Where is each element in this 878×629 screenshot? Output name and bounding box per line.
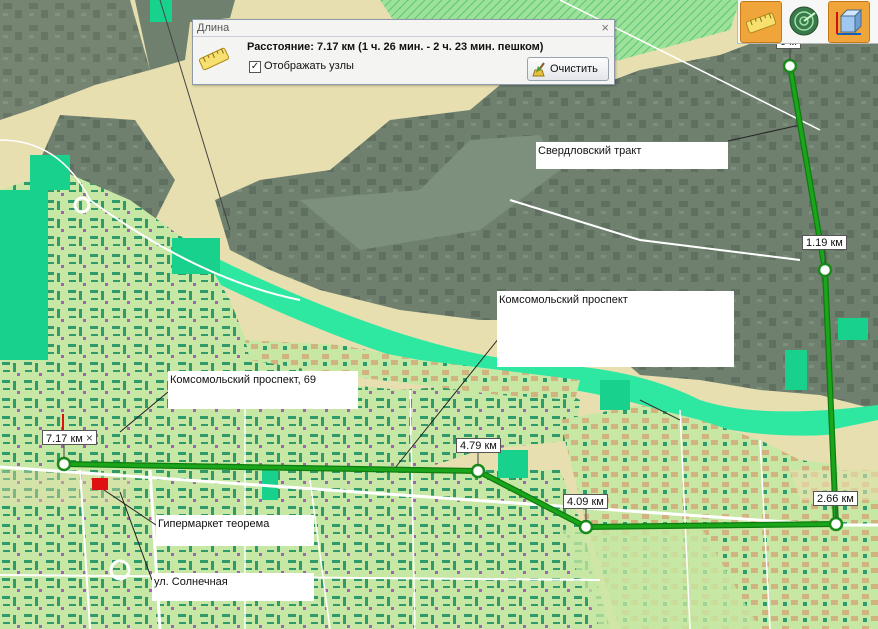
map-toolbar <box>737 0 878 44</box>
ruler-icon <box>199 47 229 71</box>
hypermarket-marker[interactable] <box>92 478 108 490</box>
distance-tag-2-66: 2.66 км <box>813 491 858 506</box>
show-nodes-label[interactable]: Отображать узлы <box>264 60 354 72</box>
dialog-divider <box>193 36 614 37</box>
map-canvas[interactable] <box>0 0 878 629</box>
route-node-4-09[interactable] <box>578 519 594 535</box>
clear-button-label: Очистить <box>550 63 598 75</box>
distance-tag-4-09: 4.09 км <box>563 494 608 509</box>
label-komsomolsky-69[interactable]: Комсомольский проспект, 69 <box>168 371 358 409</box>
cube-icon <box>836 8 863 35</box>
distance-value: 7.17 км <box>46 433 83 445</box>
dialog-title: Длина <box>197 22 230 34</box>
route-node-2-66[interactable] <box>828 516 844 532</box>
ruler-icon <box>745 12 777 34</box>
route-node-4-79[interactable] <box>470 463 486 479</box>
route-node-1-19[interactable] <box>817 262 833 278</box>
distance-tag-4-79: 4.79 км <box>456 438 501 453</box>
broom-icon <box>532 62 545 77</box>
map-viewport[interactable]: Свердловский тракт Комсомольский проспек… <box>0 0 878 629</box>
label-hypermarket-teorema[interactable]: Гипермаркет теорема <box>156 515 314 546</box>
route-node-end[interactable] <box>782 58 798 74</box>
radar-icon <box>789 6 819 36</box>
close-icon[interactable]: × <box>601 20 609 35</box>
length-dialog: Длина × Расстояние: 7.17 км (1 ч. 26 мин… <box>192 19 615 85</box>
label-solnechnaya-street[interactable]: ул. Солнечная <box>152 573 314 601</box>
label-sverdlovsky-trakt[interactable]: Свердловский тракт <box>536 142 728 169</box>
ruler-tool-button[interactable] <box>740 1 782 43</box>
route-node-start[interactable] <box>56 456 72 472</box>
distance-tag-start: 7.17 км × <box>42 430 97 445</box>
label-komsomolsky-prospekt[interactable]: Комсомольский проспект <box>497 291 734 367</box>
remove-route-icon[interactable]: × <box>86 431 93 445</box>
clear-button[interactable]: Очистить <box>527 57 609 81</box>
radar-tool-button[interactable] <box>784 1 824 41</box>
cube-tool-button[interactable] <box>828 1 870 43</box>
distance-tag-1-19: 1.19 км <box>802 235 847 250</box>
show-nodes-checkbox[interactable]: ✓ <box>249 61 261 73</box>
distance-summary: Расстояние: 7.17 км (1 ч. 26 мин. - 2 ч.… <box>247 41 544 53</box>
